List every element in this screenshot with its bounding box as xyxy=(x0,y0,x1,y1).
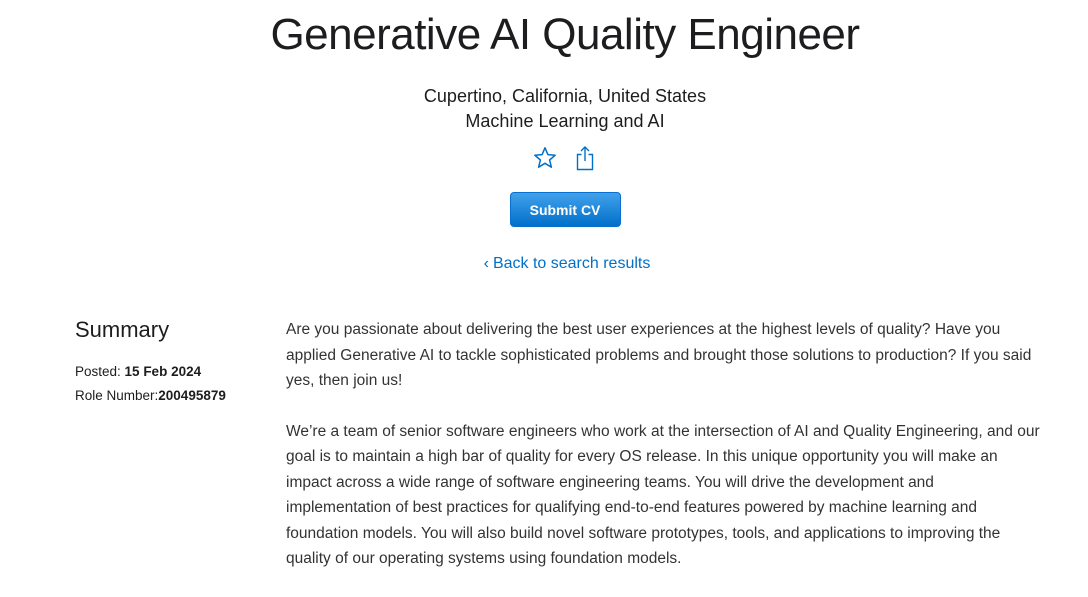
share-button[interactable] xyxy=(573,144,597,172)
role-number-label: Role Number: xyxy=(75,388,159,403)
star-icon xyxy=(534,147,556,168)
summary-paragraph: We’re a team of senior software engineer… xyxy=(286,422,1040,568)
role-number-row: Role Number:200495879 xyxy=(75,384,265,408)
job-header: Generative AI Quality Engineer Cupertino… xyxy=(0,0,1088,227)
job-team: Machine Learning and AI xyxy=(465,111,665,131)
role-number-value: 200495879 xyxy=(158,388,226,403)
job-location: Cupertino, California, United States xyxy=(423,86,707,106)
submit-cv-button[interactable]: Submit CV xyxy=(509,192,621,227)
summary-body: Are you passionate about delivering the … xyxy=(286,317,1041,597)
share-icon xyxy=(576,146,594,171)
chevron-left-icon: ‹ xyxy=(483,255,489,272)
summary-paragraph: Are you passionate about delivering the … xyxy=(286,321,1032,389)
posted-row: Posted: 15 Feb 2024 xyxy=(75,360,265,384)
job-actions xyxy=(0,144,1088,174)
job-title: Generative AI Quality Engineer xyxy=(270,10,860,59)
summary-sidebar: Summary Posted: 15 Feb 2024 Role Number:… xyxy=(75,316,265,408)
posted-date: 15 Feb 2024 xyxy=(124,364,202,379)
back-to-results-link[interactable]: ‹ Back to search results xyxy=(0,254,1088,274)
summary-heading: Summary xyxy=(75,317,170,342)
posted-label: Posted: xyxy=(75,364,121,379)
favorite-button[interactable] xyxy=(533,144,557,172)
job-meta: Posted: 15 Feb 2024 Role Number:20049587… xyxy=(75,360,265,408)
back-link-label: Back to search results xyxy=(492,255,651,272)
